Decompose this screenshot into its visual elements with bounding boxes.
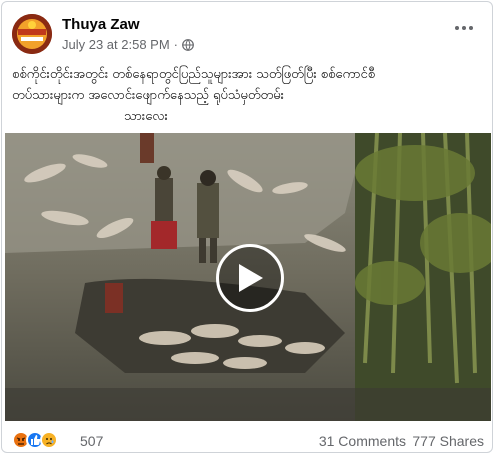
- caption-line: စစ်ကိုင်းတိုင်းအတွင်း တစ်နေရာတွင်ပြည်သူမ…: [12, 67, 376, 82]
- sad-reaction-icon: [40, 431, 58, 449]
- meta-separator: ·: [173, 37, 179, 52]
- post-caption: စစ်ကိုင်းတိုင်းအတွင်း တစ်နေရာတွင်ပြည်သူမ…: [12, 64, 484, 127]
- author-avatar[interactable]: [12, 14, 52, 54]
- more-options-icon[interactable]: [450, 18, 478, 38]
- globe-icon: [182, 38, 194, 51]
- caption-line: တပ်သားများက အလောင်းဖျောက်နေသည့် ရုပ်သံမှ…: [12, 88, 284, 103]
- author-name[interactable]: Thuya Zaw: [62, 16, 140, 33]
- play-icon: [239, 264, 263, 292]
- post-footer: 507 31 Comments 777 Shares: [12, 430, 484, 452]
- video-player[interactable]: [5, 133, 491, 421]
- comments-count[interactable]: 31 Comments: [319, 433, 406, 449]
- post-meta: July 23 at 2:58 PM ·: [62, 37, 194, 52]
- caption-line: သားလေး: [124, 109, 168, 124]
- facebook-post-card: Thuya Zaw July 23 at 2:58 PM · စစ်ကိုင်း…: [1, 1, 493, 453]
- reaction-count[interactable]: 507: [80, 433, 103, 449]
- play-button[interactable]: [216, 244, 284, 312]
- post-timestamp[interactable]: July 23 at 2:58 PM: [62, 37, 170, 52]
- shares-count[interactable]: 777 Shares: [412, 433, 484, 449]
- post-header: Thuya Zaw July 23 at 2:58 PM ·: [12, 14, 484, 58]
- reaction-icons[interactable]: [12, 430, 58, 450]
